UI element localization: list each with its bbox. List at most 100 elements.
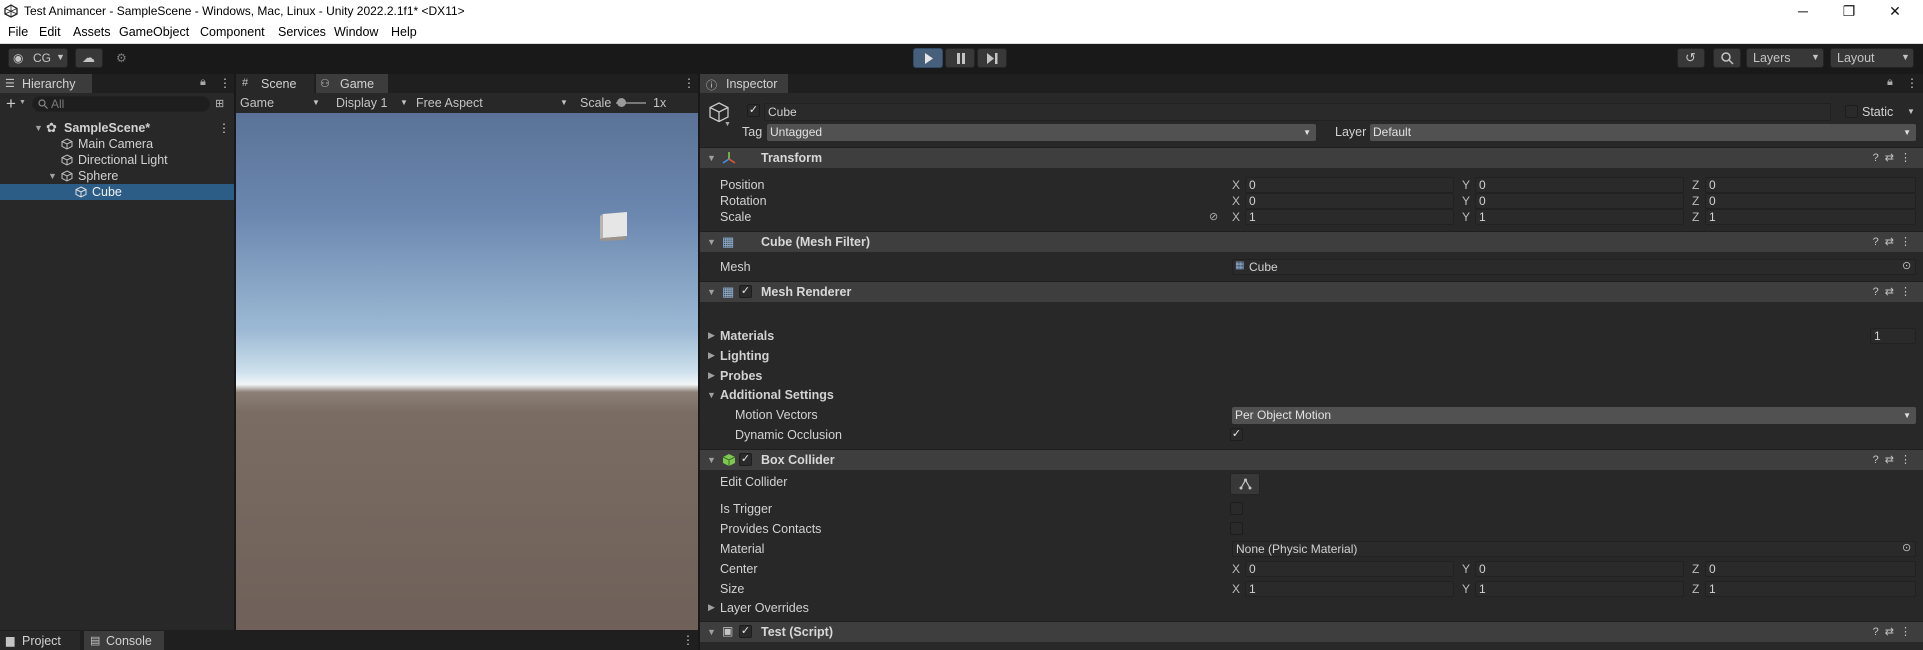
scene-tab[interactable]: # Scene [236,74,314,93]
project-tab[interactable]: ▆ Project [0,631,80,650]
more-options-icon[interactable]: ⋮ [683,76,695,90]
rotation-y-field[interactable]: 0 [1475,193,1684,209]
mesh-object-field[interactable]: Cube [1232,259,1916,275]
game-viewport[interactable] [236,113,698,630]
step-button[interactable] [977,48,1007,68]
scale-z-field[interactable]: 1 [1705,209,1916,225]
motion-vectors-dropdown[interactable]: Per Object Motion ▼ [1232,407,1916,424]
presets-icon[interactable]: ⇄ [1885,454,1900,466]
help-icon[interactable]: ? [1873,286,1885,298]
scale-x-field[interactable]: 1 [1245,209,1454,225]
transform-header[interactable]: ▼ Transform ?⇄⋮ [700,147,1923,168]
layout-dropdown[interactable]: Layout ▼ [1830,48,1914,68]
hierarchy-row-scene[interactable]: ▼ ✿ SampleScene* ⋮ [0,120,234,136]
mesh-renderer-enabled-checkbox[interactable]: ✓ [739,285,752,298]
game-mode-dropdown[interactable]: Game ▼ [240,95,324,111]
account-dropdown[interactable]: ◉ CG ▼ [8,48,68,68]
chevron-down-icon[interactable]: ▼ [724,121,731,128]
foldout-collapsed-icon[interactable]: ▶ [708,350,715,361]
more-options-icon[interactable]: ⋮ [1900,286,1917,298]
materials-count-field[interactable]: 1 [1870,328,1916,344]
foldout-collapsed-icon[interactable]: ▶ [708,330,715,341]
more-options-icon[interactable]: ⋮ [1900,236,1917,248]
menu-file[interactable]: File [8,25,28,39]
layer-dropdown[interactable]: Default ▼ [1370,124,1916,141]
menu-services[interactable]: Services [278,25,326,39]
provides-contacts-checkbox[interactable] [1230,522,1243,535]
chevron-down-icon[interactable]: ▼ [19,99,26,106]
foldout-expanded-icon[interactable]: ▼ [707,390,716,400]
presets-icon[interactable]: ⇄ [1885,626,1900,638]
probes-foldout-label[interactable]: Probes [720,369,762,383]
help-icon[interactable]: ? [1873,454,1885,466]
aspect-dropdown[interactable]: Free Aspect ▼ [416,95,570,111]
position-z-field[interactable]: 0 [1705,177,1916,193]
additional-settings-foldout-label[interactable]: Additional Settings [720,388,834,402]
presets-icon[interactable]: ⇄ [1885,286,1900,298]
component-header-icons[interactable]: ?⇄⋮ [1873,625,1917,638]
more-options-icon[interactable]: ⋮ [1906,76,1918,90]
menu-window[interactable]: Window [334,25,378,39]
close-button[interactable]: ✕ [1872,0,1918,22]
foldout-collapsed-icon[interactable]: ▶ [708,602,715,613]
collab-icon[interactable]: ⚙ [116,51,127,65]
presets-icon[interactable]: ⇄ [1885,152,1900,164]
menu-gameobject[interactable]: GameObject [119,25,189,39]
layer-overrides-foldout-label[interactable]: Layer Overrides [720,601,809,615]
more-options-icon[interactable]: ⋮ [1900,626,1917,638]
box-collider-header[interactable]: ▼ ✓ Box Collider ?⇄⋮ [700,449,1923,470]
size-z-field[interactable]: 1 [1705,581,1916,597]
static-checkbox[interactable] [1845,105,1858,118]
chevron-down-icon[interactable]: ▼ [1907,107,1915,116]
component-header-icons[interactable]: ?⇄⋮ [1873,453,1917,466]
scale-y-field[interactable]: 1 [1475,209,1684,225]
more-options-icon[interactable]: ⋮ [219,76,231,90]
minimize-button[interactable]: ─ [1780,0,1826,22]
component-header-icons[interactable]: ?⇄⋮ [1873,151,1917,164]
tag-dropdown[interactable]: Untagged ▼ [767,124,1316,141]
foldout-collapsed-icon[interactable]: ▶ [708,370,715,381]
more-options-icon[interactable]: ⋮ [682,633,694,647]
mesh-renderer-header[interactable]: ▼ ▦ ✓ Mesh Renderer ?⇄⋮ [700,281,1923,302]
console-tab[interactable]: ▤ Console [84,631,164,650]
undo-history-button[interactable]: ↺ [1677,48,1705,68]
position-y-field[interactable]: 0 [1475,177,1684,193]
hierarchy-row-directional-light[interactable]: Directional Light [0,152,234,168]
hierarchy-tab[interactable]: ☰ Hierarchy [0,74,92,93]
pause-button[interactable] [945,48,975,68]
test-script-header[interactable]: ▼ ▣ ✓ Test (Script) ?⇄⋮ [700,621,1923,642]
inspector-tab[interactable]: ⓘ Inspector [700,74,788,93]
object-name-input[interactable]: Cube [764,103,1831,121]
size-x-field[interactable]: 1 [1245,581,1454,597]
edit-collider-button[interactable] [1230,473,1260,495]
more-options-icon[interactable]: ⋮ [1900,454,1917,466]
component-header-icons[interactable]: ?⇄⋮ [1873,235,1917,248]
rotation-x-field[interactable]: 0 [1245,193,1454,209]
center-z-field[interactable]: 0 [1705,561,1916,577]
test-script-enabled-checkbox[interactable]: ✓ [739,625,752,638]
active-checkbox[interactable]: ✓ [747,104,760,117]
mesh-filter-header[interactable]: ▼ ▦ Cube (Mesh Filter) ?⇄⋮ [700,231,1923,252]
component-header-icons[interactable]: ?⇄⋮ [1873,285,1917,298]
play-button[interactable] [913,48,943,68]
is-trigger-checkbox[interactable] [1230,502,1243,515]
add-icon[interactable]: + [6,94,16,114]
presets-icon[interactable]: ⇄ [1885,236,1900,248]
more-options-icon[interactable]: ⋮ [1900,152,1917,164]
menu-help[interactable]: Help [391,25,417,39]
menu-edit[interactable]: Edit [39,25,61,39]
dynamic-occlusion-checkbox[interactable]: ✓ [1230,428,1243,441]
foldout-expanded-icon[interactable]: ▼ [34,123,43,133]
lock-icon[interactable]: 🔒︎ [200,76,206,89]
help-icon[interactable]: ? [1873,152,1885,164]
maximize-button[interactable]: ❐ [1826,0,1872,22]
materials-foldout-label[interactable]: Materials [720,329,774,343]
rotation-z-field[interactable]: 0 [1705,193,1916,209]
more-options-icon[interactable]: ⋮ [218,121,230,135]
link-icon[interactable]: ⊘ [1209,210,1218,223]
box-collider-enabled-checkbox[interactable]: ✓ [739,453,752,466]
game-tab[interactable]: ⚇ Game [316,74,388,93]
menu-component[interactable]: Component [200,25,265,39]
help-icon[interactable]: ? [1873,626,1885,638]
hierarchy-row-main-camera[interactable]: Main Camera [0,136,234,152]
